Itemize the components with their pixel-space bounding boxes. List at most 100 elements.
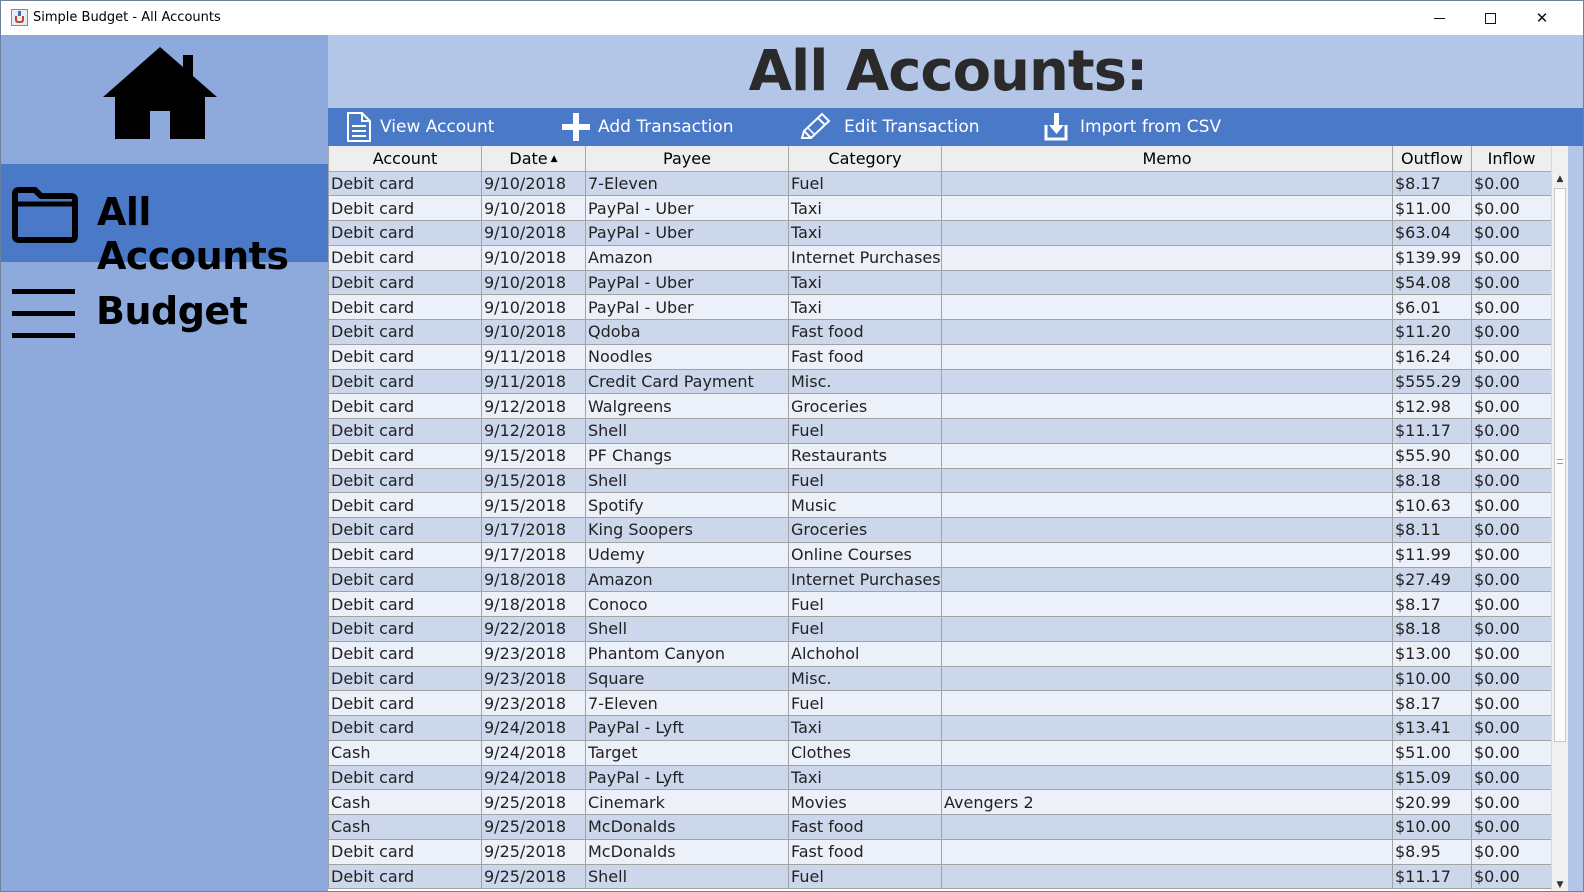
cell-memo[interactable] (941, 616, 1393, 642)
table-row[interactable]: Debit card 9/17/2018 Udemy Online Courses $1… (328, 541, 1551, 568)
table-row[interactable]: Debit card 9/23/2018 7-Eleven Fuel $8.17 $0.0… (328, 690, 1551, 716)
cell-date[interactable]: 9/12/2018 (481, 418, 586, 444)
cell-date[interactable]: 9/23/2018 (481, 665, 586, 692)
cell-account[interactable]: Debit card (328, 467, 482, 494)
cell-date[interactable]: 9/10/2018 (481, 220, 586, 246)
cell-payee[interactable]: Shell (585, 616, 789, 642)
cell-payee[interactable]: Square (585, 665, 789, 692)
cell-inflow[interactable]: $0.00 (1471, 269, 1551, 296)
cell-account[interactable]: Debit card (328, 591, 482, 617)
cell-date[interactable]: 9/10/2018 (481, 195, 586, 221)
cell-payee[interactable]: PayPal - Lyft (585, 764, 789, 791)
cell-inflow[interactable]: $0.00 (1471, 195, 1551, 221)
column-header-inflow[interactable]: Inflow (1471, 146, 1551, 172)
cell-inflow[interactable]: $0.00 (1471, 220, 1551, 246)
cell-outflow[interactable]: $8.18 (1392, 467, 1472, 494)
cell-inflow[interactable]: $0.00 (1471, 294, 1551, 320)
table-row[interactable]: Debit card 9/15/2018 Shell Fuel $8.18 $0.00 (328, 467, 1551, 494)
cell-inflow[interactable]: $0.00 (1471, 244, 1551, 271)
cell-inflow[interactable]: $0.00 (1471, 616, 1551, 642)
column-header-account[interactable]: Account (328, 146, 482, 172)
cell-account[interactable]: Debit card (328, 517, 482, 543)
edit-transaction-button[interactable]: Edit Transaction (798, 108, 980, 146)
cell-payee[interactable]: Walgreens (585, 393, 789, 419)
column-header-category[interactable]: Category (788, 146, 942, 172)
cell-payee[interactable]: McDonalds (585, 838, 789, 865)
cell-account[interactable]: Cash (328, 814, 482, 840)
cell-category[interactable]: Fuel (788, 863, 942, 890)
cell-outflow[interactable]: $55.90 (1392, 442, 1472, 469)
cell-account[interactable]: Debit card (328, 244, 482, 271)
cell-inflow[interactable]: $0.00 (1471, 715, 1551, 741)
cell-inflow[interactable]: $0.00 (1471, 343, 1551, 370)
cell-date[interactable]: 9/10/2018 (481, 170, 586, 197)
cell-outflow[interactable]: $8.11 (1392, 517, 1472, 543)
cell-inflow[interactable]: $0.00 (1471, 368, 1551, 395)
cell-inflow[interactable]: $0.00 (1471, 739, 1551, 766)
cell-date[interactable]: 9/10/2018 (481, 294, 586, 320)
cell-account[interactable]: Debit card (328, 541, 482, 568)
cell-payee[interactable]: Spotify (585, 492, 789, 518)
table-row[interactable]: Debit card 9/22/2018 Shell Fuel $8.18 $0.00 (328, 616, 1551, 642)
cell-inflow[interactable]: $0.00 (1471, 492, 1551, 518)
cell-outflow[interactable]: $13.41 (1392, 715, 1472, 741)
cell-inflow[interactable]: $0.00 (1471, 393, 1551, 419)
cell-outflow[interactable]: $10.00 (1392, 665, 1472, 692)
table-row[interactable]: Debit card 9/24/2018 PayPal - Lyft Taxi $15.… (328, 764, 1551, 791)
cell-outflow[interactable]: $555.29 (1392, 368, 1472, 395)
cell-category[interactable]: Fuel (788, 690, 942, 716)
cell-payee[interactable]: King Soopers (585, 517, 789, 543)
table-row[interactable]: Debit card 9/15/2018 Spotify Music $10.63 $0.… (328, 492, 1551, 518)
cell-outflow[interactable]: $8.18 (1392, 616, 1472, 642)
scroll-up-arrow[interactable]: ▲ (1552, 171, 1568, 187)
cell-outflow[interactable]: $51.00 (1392, 739, 1472, 766)
cell-outflow[interactable]: $11.00 (1392, 195, 1472, 221)
cell-inflow[interactable]: $0.00 (1471, 418, 1551, 444)
cell-payee[interactable]: Target (585, 739, 789, 766)
import-csv-button[interactable]: Import from CSV (1044, 108, 1221, 146)
cell-memo[interactable] (941, 467, 1393, 494)
cell-category[interactable]: Fuel (788, 616, 942, 642)
table-row[interactable]: Debit card 9/10/2018 Qdoba Fast food $11.20 $… (328, 319, 1551, 345)
cell-outflow[interactable]: $8.17 (1392, 170, 1472, 197)
cell-memo[interactable] (941, 566, 1393, 593)
cell-payee[interactable]: PayPal - Uber (585, 195, 789, 221)
cell-memo[interactable] (941, 442, 1393, 469)
cell-memo[interactable] (941, 739, 1393, 766)
cell-account[interactable]: Debit card (328, 690, 482, 716)
cell-date[interactable]: 9/18/2018 (481, 566, 586, 593)
table-row[interactable]: Debit card 9/25/2018 Shell Fuel $11.17 $0.00 (328, 863, 1551, 890)
cell-memo[interactable] (941, 591, 1393, 617)
cell-category[interactable]: Internet Purchases (788, 244, 942, 271)
table-row[interactable]: Debit card 9/25/2018 McDonalds Fast food $8.… (328, 838, 1551, 865)
cell-account[interactable]: Debit card (328, 665, 482, 692)
cell-date[interactable]: 9/10/2018 (481, 319, 586, 345)
cell-account[interactable]: Cash (328, 739, 482, 766)
cell-outflow[interactable]: $10.00 (1392, 814, 1472, 840)
cell-date[interactable]: 9/17/2018 (481, 541, 586, 568)
cell-account[interactable]: Debit card (328, 616, 482, 642)
cell-outflow[interactable]: $8.17 (1392, 690, 1472, 716)
cell-account[interactable]: Debit card (328, 319, 482, 345)
cell-payee[interactable]: Amazon (585, 566, 789, 593)
cell-payee[interactable]: Amazon (585, 244, 789, 271)
cell-memo[interactable] (941, 244, 1393, 271)
column-header-outflow[interactable]: Outflow (1392, 146, 1472, 172)
table-row[interactable]: Debit card 9/10/2018 PayPal - Uber Taxi $63.… (328, 220, 1551, 246)
cell-category[interactable]: Taxi (788, 294, 942, 320)
cell-outflow[interactable]: $8.17 (1392, 591, 1472, 617)
cell-inflow[interactable]: $0.00 (1471, 170, 1551, 197)
cell-memo[interactable] (941, 690, 1393, 716)
cell-account[interactable]: Debit card (328, 566, 482, 593)
cell-category[interactable]: Groceries (788, 393, 942, 419)
cell-category[interactable]: Restaurants (788, 442, 942, 469)
cell-payee[interactable]: PayPal - Lyft (585, 715, 789, 741)
cell-memo[interactable] (941, 541, 1393, 568)
add-transaction-button[interactable]: Add Transaction (562, 108, 734, 146)
cell-outflow[interactable]: $11.99 (1392, 541, 1472, 568)
cell-memo[interactable] (941, 838, 1393, 865)
cell-payee[interactable]: PayPal - Uber (585, 220, 789, 246)
cell-category[interactable]: Taxi (788, 195, 942, 221)
cell-category[interactable]: Groceries (788, 517, 942, 543)
cell-memo[interactable] (941, 517, 1393, 543)
